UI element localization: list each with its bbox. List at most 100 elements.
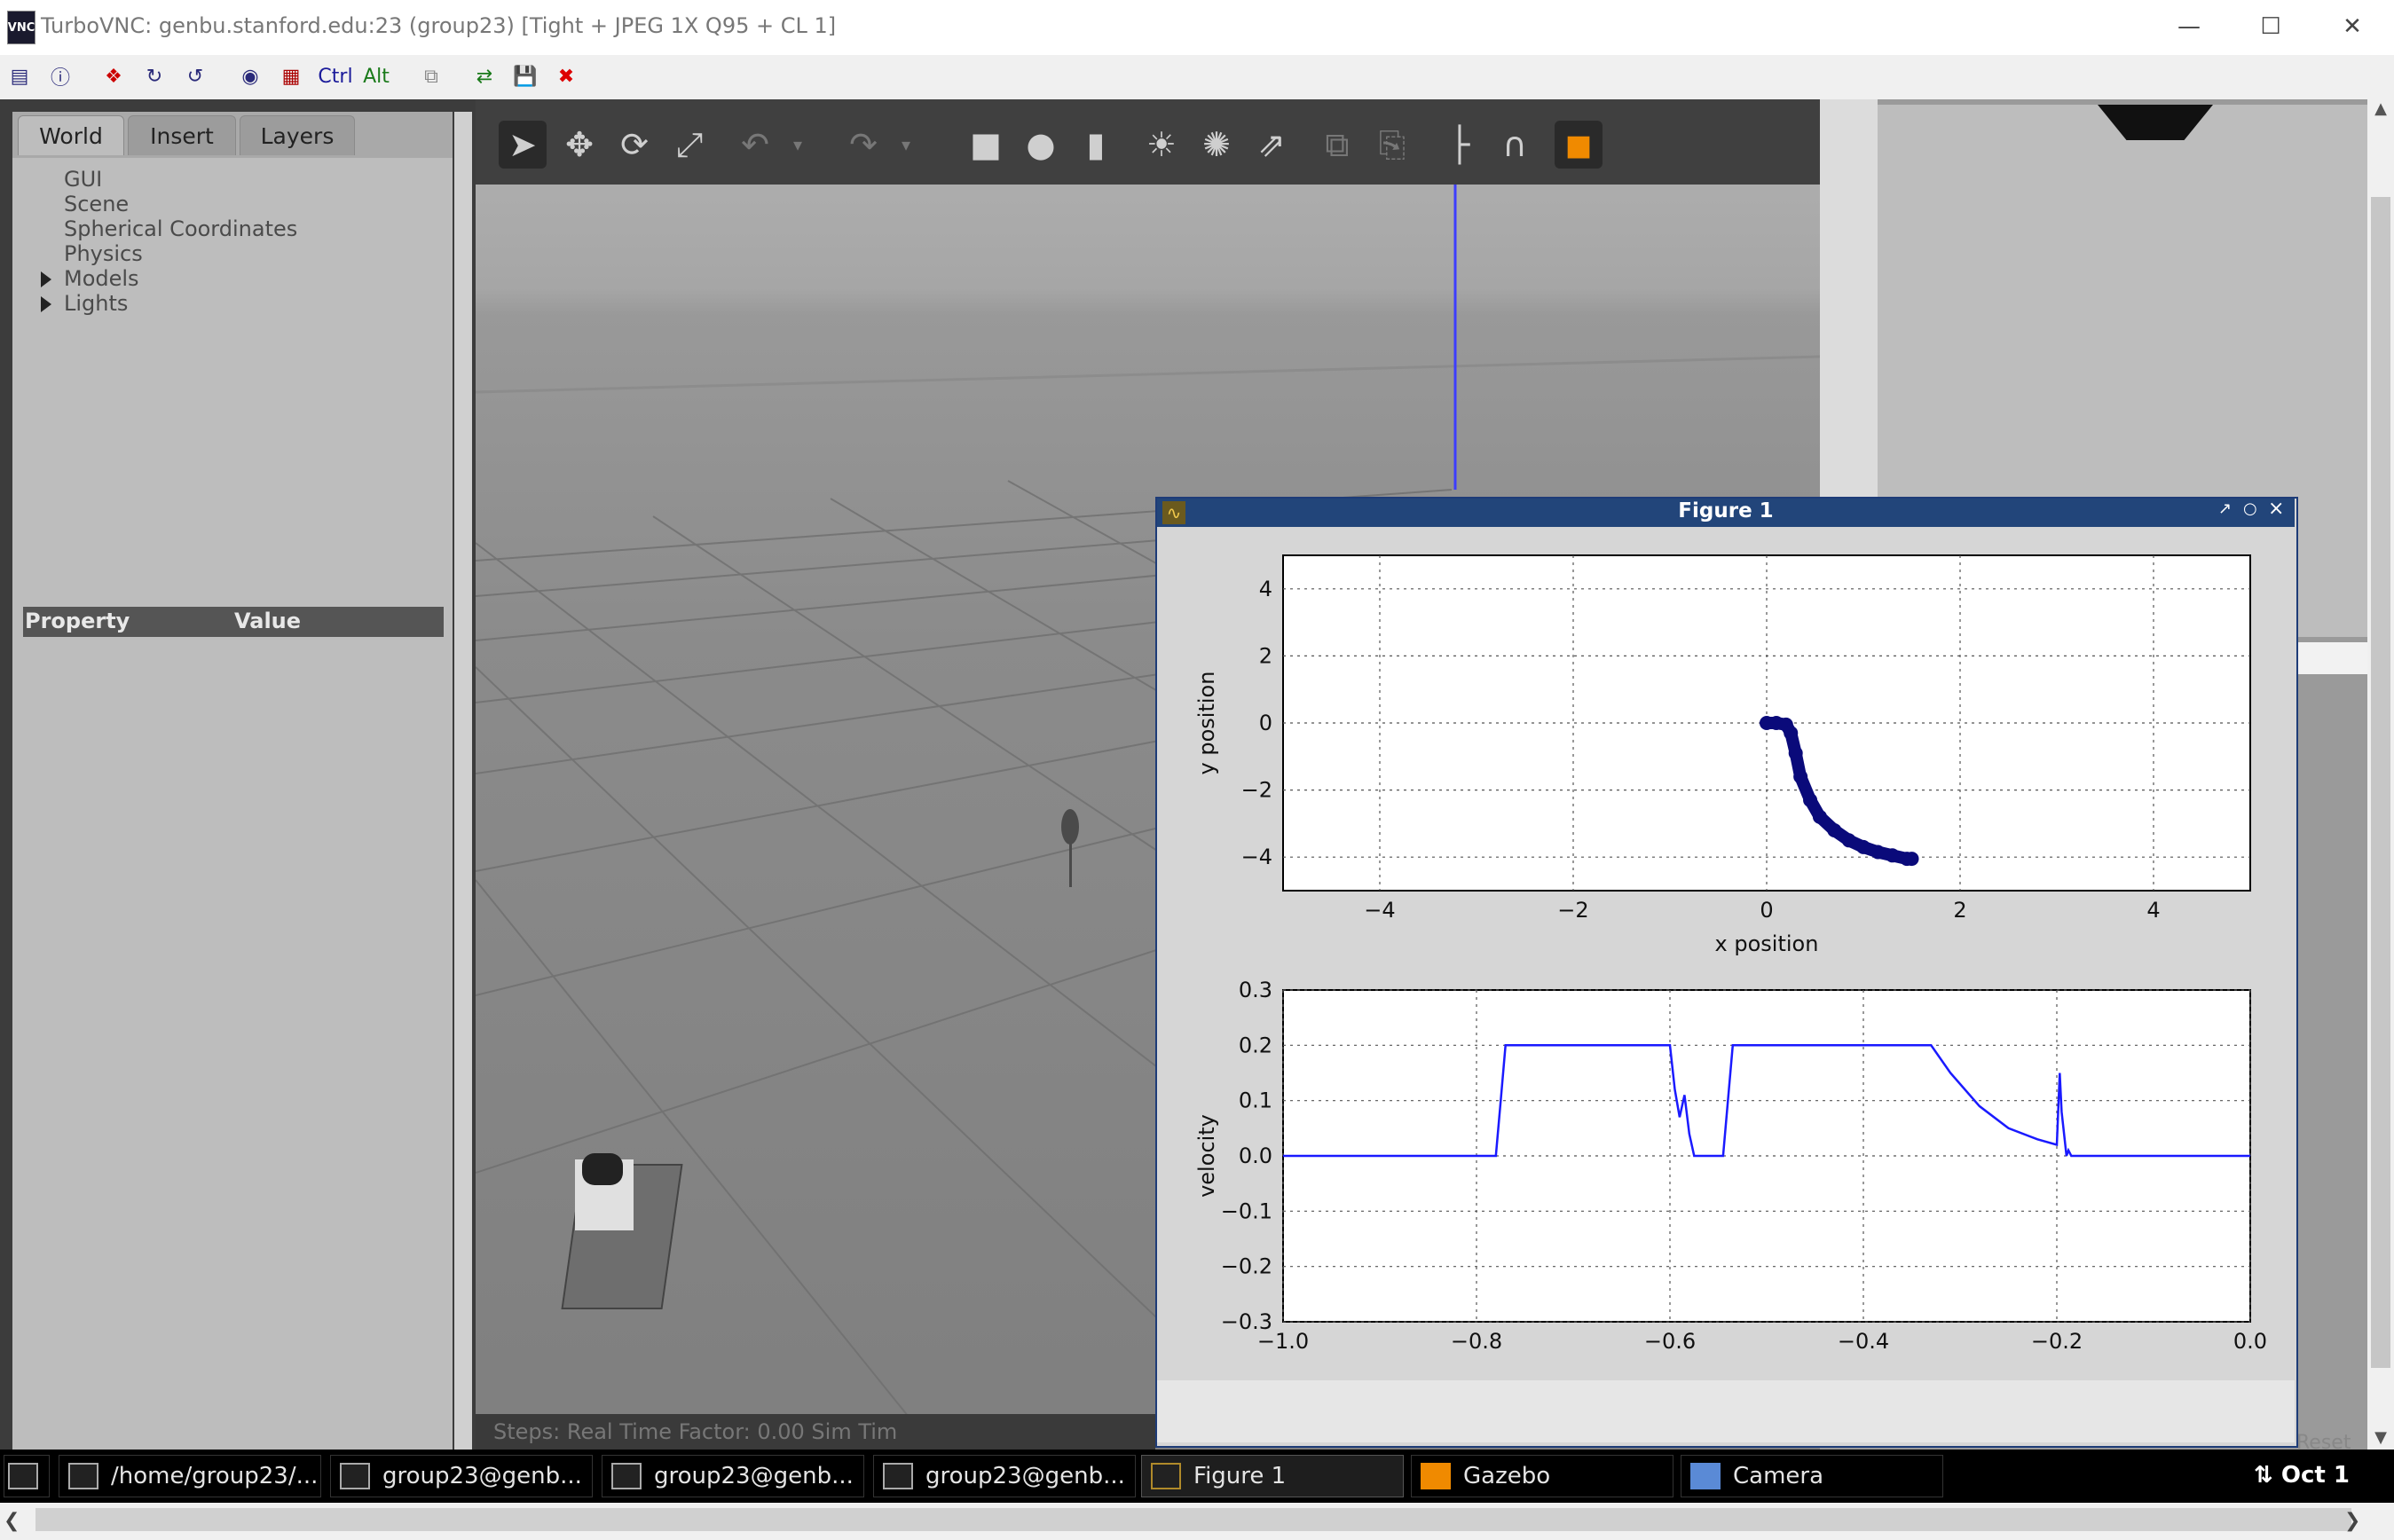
taskbar-item-terminal-home[interactable]: /home/group23/... — [59, 1455, 321, 1497]
trajectory-point — [1803, 792, 1818, 807]
taskbar-item-label: group23@genb... — [654, 1463, 854, 1489]
vertical-scrollbar[interactable]: ▲ ▼ — [2367, 99, 2394, 1450]
terminal-launcher-icon[interactable] — [4, 1455, 50, 1497]
tree-item-physics[interactable]: Physics — [64, 241, 143, 266]
box-shape-icon[interactable]: ■ — [962, 121, 1010, 169]
window-title: TurboVNC: genbu.stanford.edu:23 (group23… — [41, 13, 837, 38]
trajectory-point — [1812, 809, 1827, 824]
trajectory-point — [1827, 822, 1842, 837]
expand-arrow-icon[interactable] — [41, 296, 51, 312]
y-tick-label: 0.0 — [1239, 1143, 1272, 1168]
redo-dropdown-icon[interactable]: ▾ — [894, 121, 917, 169]
x-tick-label: 4 — [2146, 898, 2160, 923]
alt-button[interactable]: Alt — [358, 62, 394, 90]
figure-plots: −4 −2 0 2 4420−2−4x positiony position−1.0 −0… — [1194, 554, 2267, 1354]
scroll-up-icon[interactable]: ▲ — [2371, 99, 2390, 118]
gazebo-status-text: Steps: Real Time Factor: 0.00 Sim Tim — [493, 1419, 898, 1444]
redo-icon[interactable]: ↷ — [839, 121, 887, 169]
taskbar-item-label: Figure 1 — [1193, 1463, 1287, 1489]
y-axis-label: velocity — [1194, 1114, 1219, 1198]
save-icon[interactable]: 💾 — [511, 62, 539, 90]
paste-icon[interactable]: ⎘ — [1368, 121, 1416, 169]
y-tick-label: −0.1 — [1221, 1198, 1272, 1223]
taskbar-clock[interactable]: ⇅ Oct 1 — [2254, 1462, 2350, 1489]
view-only-icon[interactable]: ▦ — [277, 62, 305, 90]
scale-mode-icon[interactable]: ⤢ — [665, 121, 713, 169]
transfer-icon[interactable]: ⇄ — [470, 62, 499, 90]
hscrollbar-thumb[interactable] — [35, 1508, 2351, 1531]
taskbar-item-label: Gazebo — [1463, 1463, 1551, 1489]
taskbar-item-terminal-1[interactable]: group23@genb... — [330, 1455, 593, 1497]
scroll-left-icon[interactable]: ❮ — [4, 1510, 20, 1532]
tree-item-gui[interactable]: GUI — [64, 167, 102, 192]
scrollbar-thumb[interactable] — [2371, 197, 2390, 1368]
tab-insert[interactable]: Insert — [128, 115, 236, 155]
figure-title: Figure 1 — [1678, 499, 1774, 522]
trajectory-point — [1788, 746, 1803, 761]
undo-icon[interactable]: ↶ — [731, 121, 779, 169]
screenshot-icon[interactable]: ◼ — [1555, 121, 1603, 169]
undo-dropdown-icon[interactable]: ▾ — [786, 121, 809, 169]
point-light-icon[interactable]: ☀ — [1138, 121, 1185, 169]
lossless-refresh-icon[interactable]: ↺ — [181, 62, 209, 90]
taskbar-item-terminal-3[interactable]: group23@genb... — [873, 1455, 1136, 1497]
close-icon[interactable]: ✕ — [2325, 9, 2380, 44]
taskbar-item-figure[interactable]: Figure 1 — [1141, 1455, 1404, 1497]
tree-item-models[interactable]: Models — [64, 266, 139, 291]
directional-light-icon[interactable]: ⇗ — [1248, 121, 1295, 169]
scroll-right-icon[interactable]: ❯ — [2344, 1510, 2360, 1532]
cylinder-shape-icon[interactable]: ▮ — [1072, 121, 1120, 169]
resize-icon[interactable]: ↗ — [2218, 499, 2232, 518]
x-tick-label: 0 — [1760, 898, 1773, 923]
y-tick-label: −2 — [1241, 778, 1272, 803]
expand-arrow-icon[interactable] — [41, 271, 51, 287]
x-tick-label: 0.0 — [2233, 1329, 2267, 1354]
spot-light-icon[interactable]: ✺ — [1193, 121, 1240, 169]
copy-icon[interactable]: ⧉ — [1313, 121, 1361, 169]
trajectory-point — [1841, 833, 1856, 848]
zoom-icon[interactable]: ◉ — [236, 62, 264, 90]
align-icon[interactable]: ├ — [1436, 121, 1484, 169]
copy-icon[interactable]: ⧉ — [417, 62, 445, 90]
close-icon[interactable]: × — [2268, 498, 2284, 520]
taskbar-item-camera[interactable]: Camera — [1681, 1455, 1943, 1497]
minimize-icon[interactable]: — — [2162, 9, 2217, 44]
x-tick-label: 2 — [1953, 898, 1966, 923]
tree-item-lights[interactable]: Lights — [64, 291, 128, 316]
y-tick-label: 0.3 — [1239, 978, 1272, 1002]
rotate-mode-icon[interactable]: ⟳ — [610, 121, 658, 169]
disconnect-icon[interactable]: ✖ — [552, 62, 580, 90]
y-tick-label: 2 — [1259, 643, 1272, 668]
tab-world[interactable]: World — [18, 115, 124, 155]
tree-item-scene[interactable]: Scene — [64, 192, 129, 216]
taskbar-item-label: /home/group23/... — [111, 1463, 319, 1489]
maximize-icon[interactable]: ○ — [2243, 499, 2257, 518]
taskbar-item-gazebo[interactable]: Gazebo — [1411, 1455, 1673, 1497]
x-tick-label: −2 — [1557, 898, 1588, 923]
translate-mode-icon[interactable]: ✥ — [555, 121, 603, 169]
refresh-icon[interactable]: ↻ — [140, 62, 169, 90]
y-tick-label: 0 — [1259, 711, 1272, 735]
fullscreen-icon[interactable]: ❖ — [99, 62, 128, 90]
panel-splitter[interactable] — [454, 112, 472, 1450]
scene-object[interactable] — [1061, 809, 1079, 845]
select-mode-icon[interactable]: ➤ — [499, 121, 547, 169]
sphere-shape-icon[interactable]: ● — [1017, 121, 1065, 169]
ctrl-button[interactable]: Ctrl — [316, 62, 355, 90]
scroll-down-icon[interactable]: ▼ — [2371, 1428, 2390, 1447]
y-tick-label: 4 — [1259, 577, 1272, 601]
maximize-icon[interactable]: ☐ — [2243, 9, 2298, 44]
info-icon[interactable]: ⓘ — [46, 62, 75, 90]
taskbar-item-terminal-2[interactable]: group23@genb... — [602, 1455, 864, 1497]
trajectory-point — [1885, 848, 1900, 863]
options-icon[interactable]: ▤ — [5, 62, 34, 90]
tab-layers[interactable]: Layers — [240, 115, 355, 155]
tree-item-spherical-coordinates[interactable]: Spherical Coordinates — [64, 216, 297, 241]
y-tick-label: −0.3 — [1221, 1309, 1272, 1334]
y-tick-label: 0.1 — [1239, 1088, 1272, 1113]
y-axis-label: y position — [1194, 672, 1219, 775]
x-tick-label: −0.8 — [1451, 1329, 1502, 1354]
horizontal-scrollbar[interactable]: ❮ ❯ — [0, 1503, 2394, 1540]
snap-icon[interactable]: ∩ — [1491, 121, 1539, 169]
trajectory-point — [1784, 726, 1799, 741]
